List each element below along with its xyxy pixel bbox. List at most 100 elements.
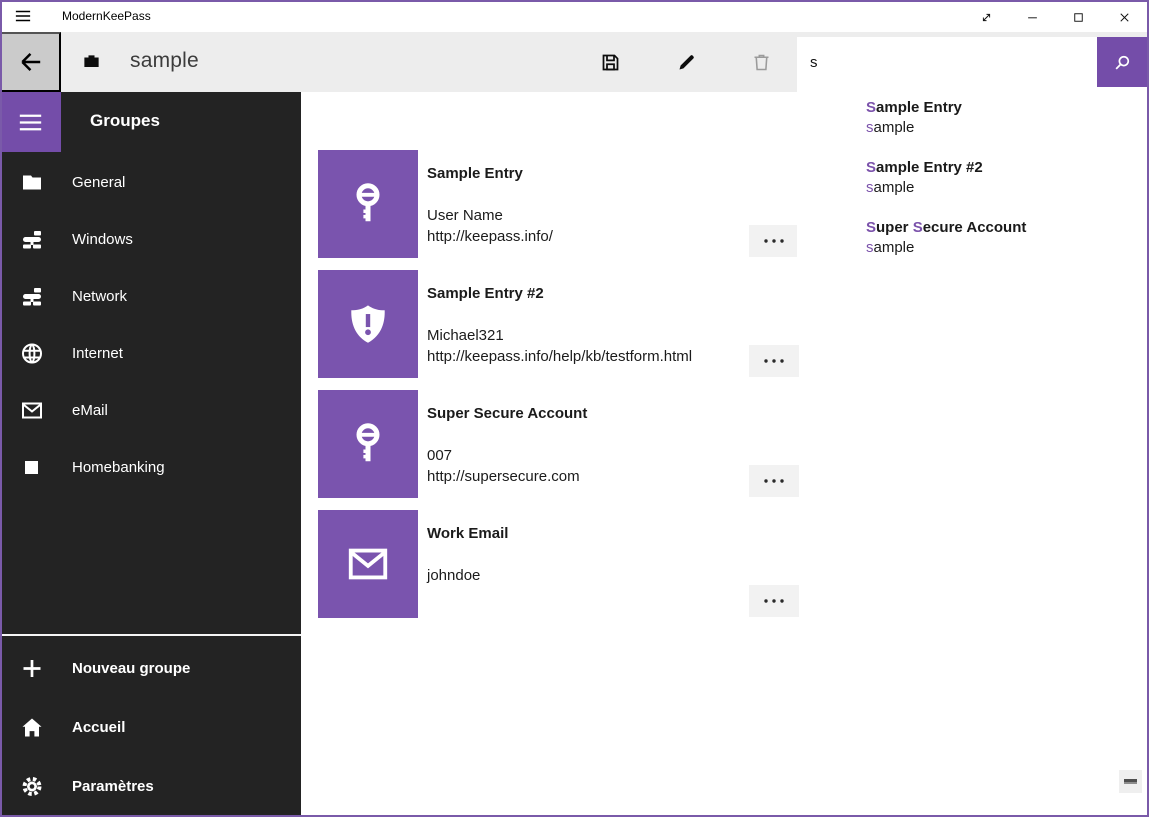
group-label: Network bbox=[72, 288, 127, 305]
group-icon bbox=[20, 325, 44, 382]
suggestion-subtitle: sample bbox=[866, 118, 1147, 138]
minimize-button[interactable] bbox=[1009, 2, 1055, 32]
sidebar-group-homebanking[interactable]: Homebanking bbox=[0, 439, 301, 496]
more-icon bbox=[762, 597, 786, 605]
entry-title: Sample Entry #2 bbox=[427, 284, 757, 304]
entry-row[interactable]: Super Secure Account 007http://supersecu… bbox=[318, 390, 799, 498]
pencil-icon bbox=[676, 52, 697, 73]
search-input[interactable] bbox=[797, 37, 1097, 87]
search-icon bbox=[1113, 53, 1132, 72]
more-icon bbox=[762, 357, 786, 365]
entry-title: Sample Entry bbox=[427, 164, 757, 184]
action-label: Paramètres bbox=[72, 778, 154, 795]
window-controls bbox=[963, 2, 1147, 32]
app-title: ModernKeePass bbox=[62, 0, 151, 32]
entry-row[interactable]: Sample Entry #2 Michael321http://keepass… bbox=[318, 270, 799, 378]
sidebar-group-windows[interactable]: Windows bbox=[0, 211, 301, 268]
search-suggestion-item[interactable]: Super Secure Account sample bbox=[866, 218, 1147, 258]
entry-more-button[interactable] bbox=[749, 345, 799, 377]
group-icon bbox=[20, 211, 44, 268]
suggestion-subtitle: sample bbox=[866, 178, 1147, 198]
close-icon bbox=[1117, 10, 1132, 25]
groups-list: General Windows Network Internet eMail H… bbox=[0, 154, 301, 496]
entry-tile-icon bbox=[345, 181, 391, 227]
maximize-icon bbox=[1071, 10, 1086, 25]
system-menu-icon[interactable] bbox=[14, 7, 32, 25]
action-icon bbox=[20, 639, 44, 698]
action-label: Nouveau groupe bbox=[72, 660, 190, 677]
group-icon bbox=[20, 439, 44, 496]
back-arrow-icon bbox=[18, 49, 44, 75]
group-label: Windows bbox=[72, 231, 133, 248]
title-bar: ModernKeePass bbox=[0, 0, 1149, 32]
entry-more-button[interactable] bbox=[749, 465, 799, 497]
entry-details: 007http://supersecure.com bbox=[427, 445, 757, 487]
more-icon bbox=[762, 477, 786, 485]
entry-tile-icon bbox=[345, 421, 391, 467]
back-button[interactable] bbox=[0, 32, 61, 92]
delete-button[interactable] bbox=[737, 32, 785, 92]
trash-icon bbox=[751, 52, 772, 73]
suggestion-title: Super Secure Account bbox=[866, 218, 1147, 238]
edit-button[interactable] bbox=[662, 32, 710, 92]
search-suggestions: Sample Entry sample Sample Entry #2 samp… bbox=[797, 87, 1147, 292]
entry-tile[interactable] bbox=[318, 270, 418, 378]
minus-icon bbox=[1124, 779, 1137, 784]
sidebar-action-item[interactable]: Nouveau groupe bbox=[0, 639, 301, 698]
entry-title: Super Secure Account bbox=[427, 404, 757, 424]
entry-row[interactable]: Work Email johndoe bbox=[318, 510, 799, 618]
sidebar-action-item[interactable]: Accueil bbox=[0, 698, 301, 757]
group-label: eMail bbox=[72, 402, 108, 419]
sidebar-group-internet[interactable]: Internet bbox=[0, 325, 301, 382]
save-icon bbox=[600, 52, 621, 73]
database-icon bbox=[82, 52, 101, 71]
group-icon bbox=[20, 268, 44, 325]
entry-title: Work Email bbox=[427, 524, 757, 544]
entry-details: Michael321http://keepass.info/help/kb/te… bbox=[427, 325, 757, 367]
group-label: Homebanking bbox=[72, 459, 165, 476]
entry-tile[interactable] bbox=[318, 390, 418, 498]
group-icon bbox=[20, 154, 44, 211]
sidebar-group-email[interactable]: eMail bbox=[0, 382, 301, 439]
fullscreen-icon bbox=[979, 10, 994, 25]
entry-tile-icon bbox=[345, 301, 391, 347]
entry-tile[interactable] bbox=[318, 150, 418, 258]
entry-row[interactable]: Sample Entry User Namehttp://keepass.inf… bbox=[318, 150, 799, 258]
entry-list: Sample Entry User Namehttp://keepass.inf… bbox=[318, 150, 799, 630]
group-label: Internet bbox=[72, 345, 123, 362]
group-label: General bbox=[72, 174, 125, 191]
action-label: Accueil bbox=[72, 719, 125, 736]
modernkeepass-window: ModernKeePass sample Groupes General Win… bbox=[0, 0, 1149, 817]
group-icon bbox=[20, 382, 44, 439]
sidebar-group-general[interactable]: General bbox=[0, 154, 301, 211]
sidebar-divider bbox=[0, 634, 301, 636]
entry-text: Super Secure Account 007http://supersecu… bbox=[427, 404, 757, 487]
search-suggestion-item[interactable]: Sample Entry sample bbox=[866, 98, 1147, 138]
entry-more-button[interactable] bbox=[749, 225, 799, 257]
action-icon bbox=[20, 698, 44, 757]
maximize-button[interactable] bbox=[1055, 2, 1101, 32]
fullscreen-button[interactable] bbox=[963, 2, 1009, 32]
search-box bbox=[797, 37, 1097, 87]
nav-hamburger-button[interactable] bbox=[0, 92, 61, 152]
search-button[interactable] bbox=[1097, 37, 1147, 87]
action-icon bbox=[20, 757, 44, 816]
entry-details: johndoe bbox=[427, 565, 757, 586]
sidebar-action-item[interactable]: Paramètres bbox=[0, 757, 301, 816]
entry-tile-icon bbox=[345, 541, 391, 587]
entry-text: Sample Entry User Namehttp://keepass.inf… bbox=[427, 164, 757, 247]
sidebar-group-network[interactable]: Network bbox=[0, 268, 301, 325]
entry-tile[interactable] bbox=[318, 510, 418, 618]
suggestion-subtitle: sample bbox=[866, 238, 1147, 258]
suggestion-title: Sample Entry bbox=[866, 98, 1147, 118]
entry-text: Work Email johndoe bbox=[427, 524, 757, 586]
scroll-hint-button[interactable] bbox=[1119, 770, 1142, 793]
entry-text: Sample Entry #2 Michael321http://keepass… bbox=[427, 284, 757, 367]
database-title: sample bbox=[130, 32, 199, 90]
search-suggestion-item[interactable]: Sample Entry #2 sample bbox=[866, 158, 1147, 198]
entry-more-button[interactable] bbox=[749, 585, 799, 617]
close-button[interactable] bbox=[1101, 2, 1147, 32]
suggestion-title: Sample Entry #2 bbox=[866, 158, 1147, 178]
sidebar-actions: Nouveau groupe Accueil Paramètres bbox=[0, 639, 301, 816]
save-button[interactable] bbox=[586, 32, 634, 92]
